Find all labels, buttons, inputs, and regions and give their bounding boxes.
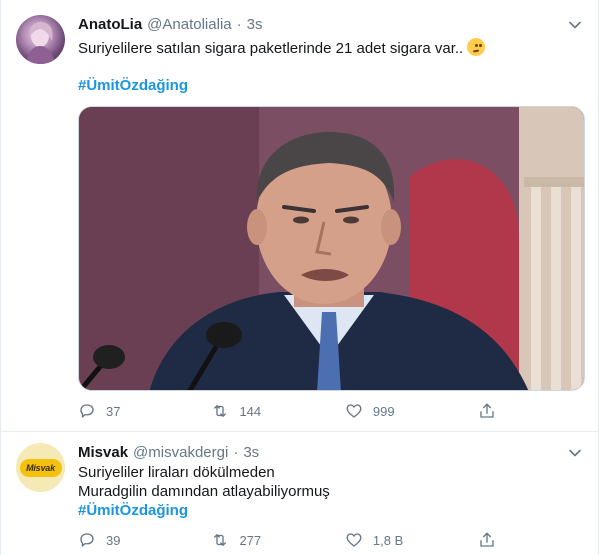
tweet-text-body: Suriyelilere satılan sigara paketlerinde… [78,40,464,57]
retweet-count: 277 [239,532,262,548]
user-handle[interactable]: @misvakdergi [133,444,228,461]
retweet-icon [214,405,227,417]
timestamp[interactable]: 3s [247,16,263,33]
share-icon [480,403,495,418]
share-button[interactable] [478,531,508,549]
tweet-actions: 37 144 999 [78,400,508,422]
avatar[interactable]: Misvak [16,443,65,492]
like-button[interactable]: 1,8 B [345,531,478,549]
tweet[interactable]: AnatoLia @Anatolialia · 3s Suriyelilere … [1,0,598,432]
user-handle[interactable]: @Anatolialia [147,16,231,33]
retweet-count: 144 [239,403,262,419]
reply-count: 39 [106,532,121,548]
heart-icon [346,533,362,547]
tweet-header: Misvak @misvakdergi · 3s [78,442,259,462]
hashtag-link[interactable]: #ÜmitÖzdağing [78,76,188,96]
rolling-eyes-emoji-icon [467,38,486,56]
separator-dot: · [236,15,242,33]
tweet-header: AnatoLia @Anatolialia · 3s [78,14,262,34]
tweet-text-line: Suriyeliler liraları dökülmeden [78,464,275,481]
avatar-icon [26,21,55,64]
like-button[interactable]: 999 [345,402,478,420]
like-count: 999 [372,403,395,419]
retweet-button[interactable]: 144 [211,402,344,420]
like-count: 1,8 B [372,532,404,548]
tweet-text-line: Muradgilin damından atlayabiliyormuş [78,483,330,500]
retweet-button[interactable]: 277 [211,531,344,549]
tweet-actions: 39 277 1,8 B [78,529,508,551]
retweet-icon [214,534,227,546]
tweet-text: Suriyelilere satılan sigara paketlerinde… [78,38,486,59]
avatar[interactable] [16,15,65,64]
share-button[interactable] [478,402,508,420]
separator-dot: · [233,443,239,461]
reply-count: 37 [106,403,121,419]
display-name[interactable]: Misvak [78,444,128,461]
timeline: AnatoLia @Anatolialia · 3s Suriyelilere … [0,0,599,555]
display-name[interactable]: AnatoLia [78,16,142,33]
chevron-down-icon[interactable] [566,444,584,462]
share-icon [480,532,495,547]
photo-man-speaking-at-microphones [79,107,584,390]
chevron-down-icon[interactable] [566,16,584,34]
hashtag-link[interactable]: #ÜmitÖzdağing [78,501,188,521]
heart-icon [346,404,362,418]
timestamp[interactable]: 3s [243,444,259,461]
tweet-photo[interactable] [78,106,585,391]
reply-button[interactable]: 37 [78,402,211,420]
reply-icon [80,533,94,547]
misvak-logo: Misvak [19,458,62,477]
reply-icon [80,404,94,418]
reply-button[interactable]: 39 [78,531,211,549]
